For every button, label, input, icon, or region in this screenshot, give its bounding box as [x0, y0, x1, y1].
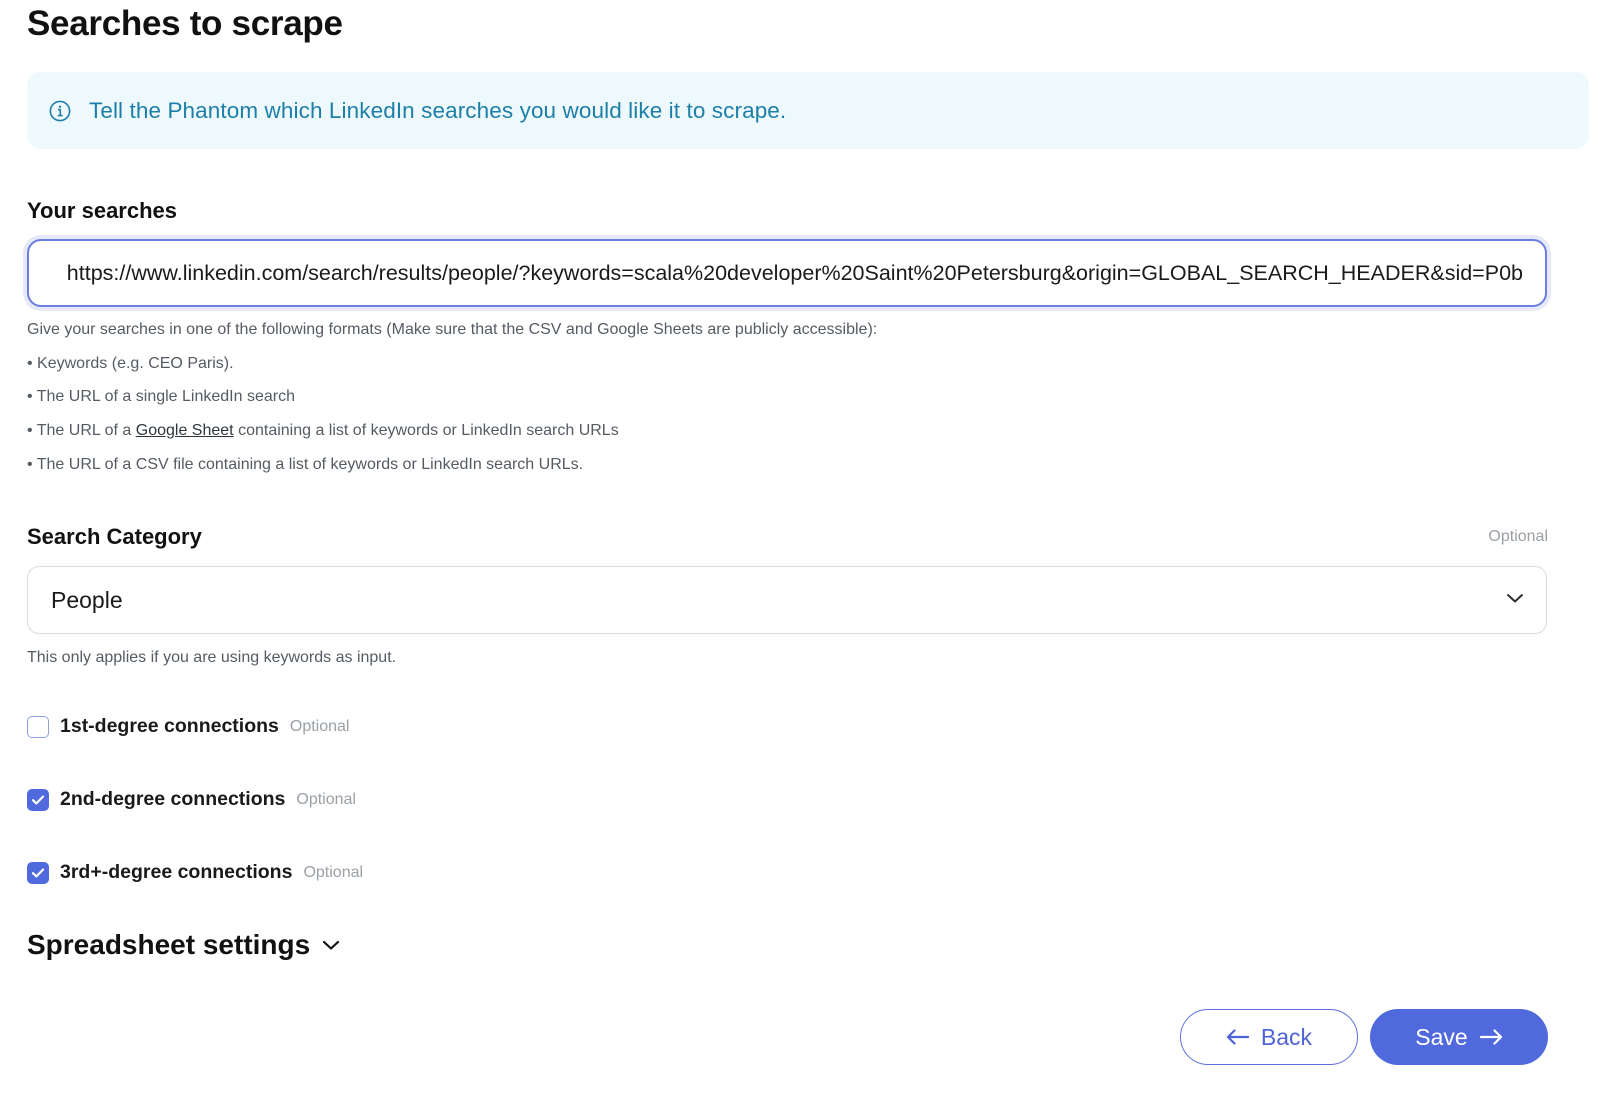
back-button[interactable]: Back [1180, 1009, 1358, 1065]
google-sheet-link[interactable]: Google Sheet [136, 422, 234, 439]
checkmark-icon [31, 795, 45, 804]
checkbox-label: 1st-degree connections [60, 715, 279, 737]
spreadsheet-settings-title: Spreadsheet settings [27, 929, 311, 960]
chevron-down-icon [322, 938, 340, 956]
search-category-selected-value: People [51, 586, 123, 613]
checkbox-label: 3rd+-degree connections [60, 861, 293, 883]
help-item-suffix: containing a list of keywords or LinkedI… [233, 422, 619, 439]
info-icon [49, 100, 71, 122]
connection-option-3rd: 3rd+-degree connections Optional [27, 861, 363, 884]
second-degree-checkbox[interactable] [27, 788, 49, 811]
optional-tag: Optional [303, 863, 364, 881]
info-banner: Tell the Phantom which LinkedIn searches… [27, 72, 1589, 149]
info-banner-text: Tell the Phantom which LinkedIn searches… [89, 97, 787, 123]
arrow-left-icon [1226, 1029, 1250, 1045]
searches-help-item: • The URL of a CSV file containing a lis… [27, 456, 584, 473]
third-degree-checkbox[interactable] [27, 861, 49, 884]
spreadsheet-settings-toggle[interactable]: Spreadsheet settings [27, 929, 340, 961]
searches-help-intro: Give your searches in one of the followi… [27, 321, 878, 338]
connection-option-2nd: 2nd-degree connections Optional [27, 788, 356, 811]
checkbox-label: 2nd-degree connections [60, 788, 286, 810]
search-category-select[interactable]: People [27, 566, 1547, 634]
searches-help-item: • The URL of a single LinkedIn search [27, 388, 295, 405]
chevron-down-icon [1506, 591, 1524, 609]
searches-input[interactable] [27, 239, 1547, 307]
connection-option-1st: 1st-degree connections Optional [27, 715, 349, 738]
searches-label: Your searches [27, 198, 178, 223]
help-item-prefix: • The URL of a [27, 422, 136, 439]
searches-help-item: • The URL of a Google Sheet containing a… [27, 422, 619, 440]
save-button-label: Save [1415, 1023, 1468, 1050]
checkmark-icon [31, 868, 45, 877]
back-button-label: Back [1260, 1023, 1313, 1050]
searches-help-item: • Keywords (e.g. CEO Paris). [27, 355, 234, 372]
page-title: Searches to scrape [27, 4, 343, 43]
search-category-optional-tag: Optional [1488, 528, 1548, 545]
save-button[interactable]: Save [1370, 1009, 1548, 1065]
optional-tag: Optional [289, 717, 350, 735]
search-category-label: Search Category [27, 524, 202, 549]
first-degree-checkbox[interactable] [27, 715, 49, 738]
optional-tag: Optional [296, 790, 356, 808]
search-category-help: This only applies if you are using keywo… [27, 649, 397, 666]
arrow-right-icon [1479, 1029, 1503, 1045]
